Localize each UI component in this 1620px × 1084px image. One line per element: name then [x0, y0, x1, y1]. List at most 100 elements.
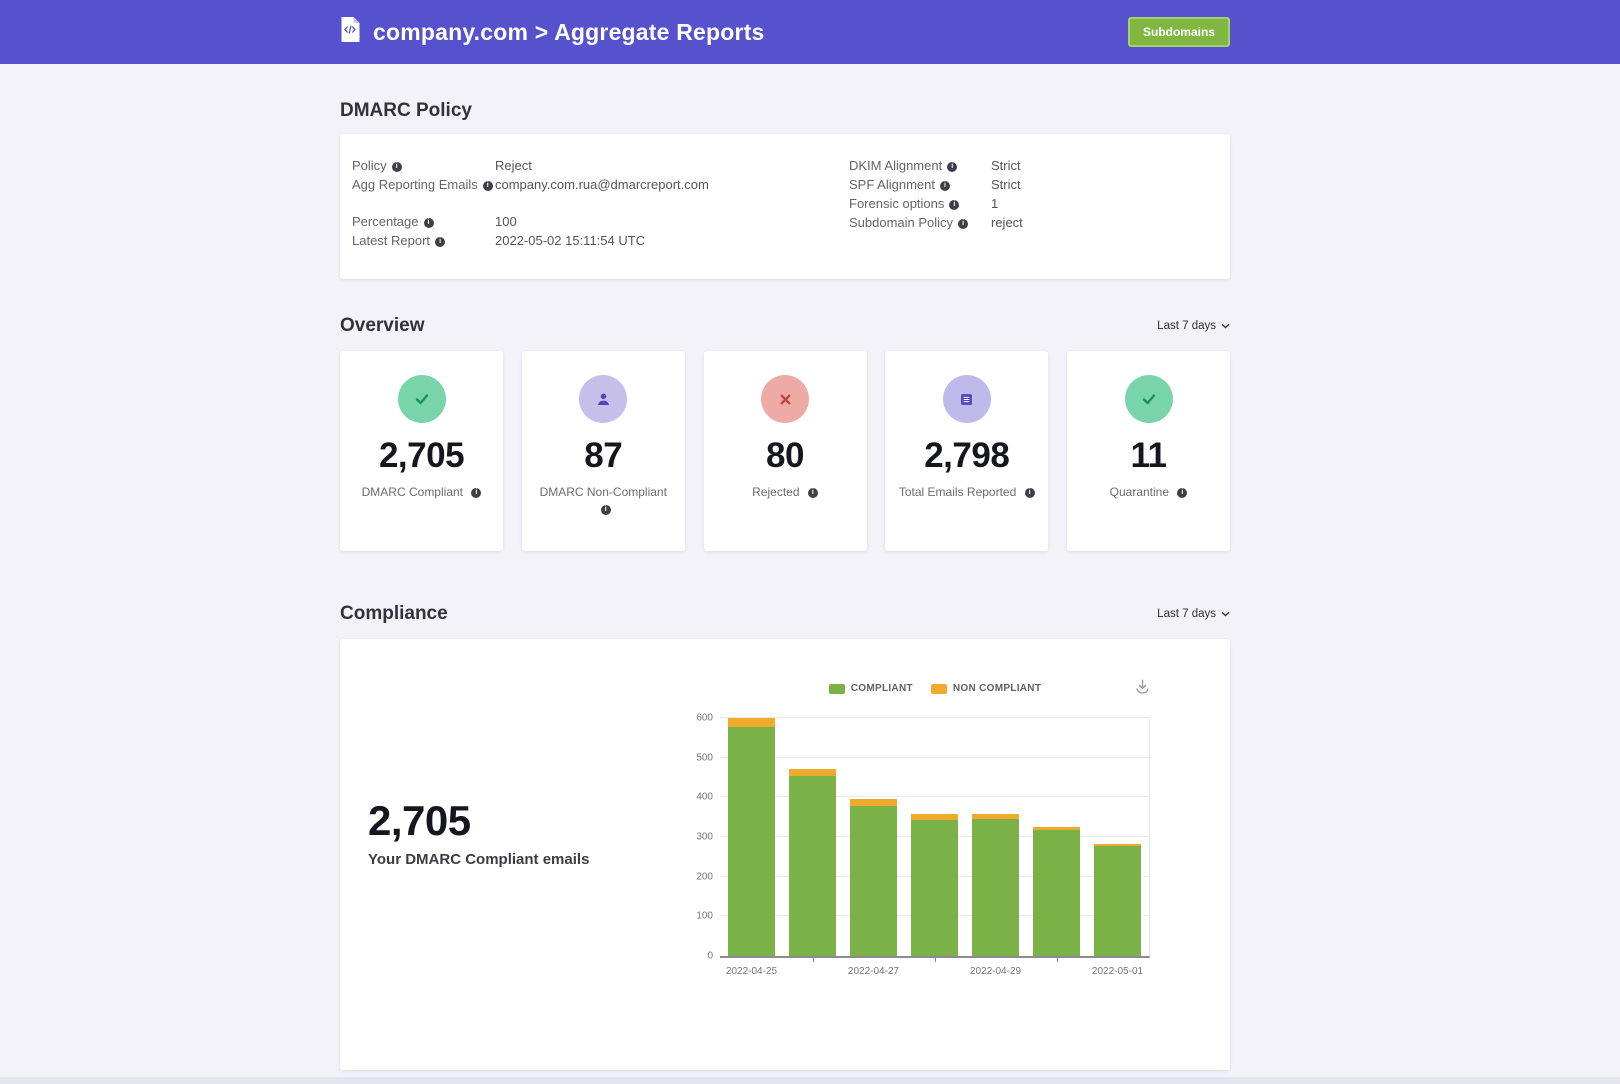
info-icon[interactable]: i	[808, 488, 818, 498]
y-axis-tick: 100	[696, 911, 713, 922]
info-icon[interactable]: i	[471, 488, 481, 498]
gridline	[720, 717, 1149, 718]
page-bottom-edge	[0, 1077, 1620, 1084]
policy-value: Strict	[991, 175, 1021, 194]
metric-label: Total Emails Reported i	[899, 484, 1035, 501]
overview-card: 2,798 Total Emails Reported i	[885, 351, 1048, 551]
policy-label: Forensic optionsi	[849, 194, 991, 213]
overview-section-title: Overview	[340, 315, 425, 337]
info-icon[interactable]: i	[940, 181, 950, 191]
policy-value: 1	[991, 194, 998, 213]
policy-value: reject	[991, 213, 1023, 232]
policy-left-column: PolicyiRejectAgg Reporting Emailsicompan…	[352, 156, 849, 257]
page-title: company.com > Aggregate Reports	[373, 19, 765, 46]
download-chart-icon[interactable]	[1133, 677, 1152, 701]
segment-compliant	[911, 820, 958, 956]
report-document-icon	[340, 16, 361, 48]
overview-card: 11Quarantine i	[1067, 351, 1230, 551]
gridline	[720, 757, 1149, 758]
compliance-date-range-select[interactable]: Last 7 days	[1157, 608, 1230, 620]
policy-right-column: DKIM AlignmentiStrictSPF AlignmentiStric…	[849, 156, 1218, 257]
info-icon[interactable]: i	[1025, 488, 1035, 498]
overview-date-range-select[interactable]: Last 7 days	[1157, 320, 1230, 332]
compliant-total-label: Your DMARC Compliant emails	[368, 851, 668, 868]
x-axis-label: 2022-04-25	[712, 966, 792, 977]
info-icon[interactable]: i	[947, 162, 957, 172]
compliance-section-head: Compliance Last 7 days	[340, 603, 1230, 625]
chevron-down-icon	[1221, 320, 1230, 332]
x-axis-label: 2022-04-29	[956, 966, 1036, 977]
info-icon[interactable]: i	[958, 219, 968, 229]
info-icon[interactable]: i	[435, 237, 445, 247]
x-icon	[761, 375, 809, 423]
overview-date-range-label: Last 7 days	[1157, 320, 1216, 332]
compliant-total-value: 2,705	[368, 797, 668, 845]
policy-label: SPF Alignmenti	[849, 175, 991, 194]
segment-compliant	[850, 806, 897, 956]
info-icon[interactable]: i	[1177, 488, 1187, 498]
compliance-summary: 2,705 Your DMARC Compliant emails	[368, 797, 668, 1070]
info-icon[interactable]: i	[392, 162, 402, 172]
policy-row: PolicyiReject	[352, 156, 849, 175]
legend-swatch	[829, 684, 845, 694]
bar-2022-05-01	[1094, 844, 1141, 956]
policy-row: Agg Reporting Emailsicompany.com.rua@dma…	[352, 175, 849, 194]
bar-2022-04-26	[789, 769, 836, 956]
metric-value: 2,705	[379, 436, 464, 476]
top-bar-content: company.com > Aggregate Reports Subdomai…	[340, 16, 1230, 48]
policy-label: Policyi	[352, 156, 495, 175]
bar-2022-04-28	[911, 814, 958, 956]
compliance-chart: COMPLIANT NON COMPLIANT 01002003004005006…	[700, 639, 1170, 1070]
breadcrumb: company.com > Aggregate Reports	[340, 16, 765, 48]
y-axis-tick: 500	[696, 752, 713, 763]
chevron-down-icon	[1221, 608, 1230, 620]
check-icon	[398, 375, 446, 423]
policy-row: Subdomain Policyireject	[849, 213, 1218, 232]
segment-compliant	[1094, 846, 1141, 956]
compliance-card: 2,705 Your DMARC Compliant emails COMPLI…	[340, 639, 1230, 1070]
compliance-section-title: Compliance	[340, 603, 448, 625]
x-axis-label: 2022-04-27	[834, 966, 914, 977]
y-axis-tick: 400	[696, 792, 713, 803]
policy-row: SPF AlignmentiStrict	[849, 175, 1218, 194]
legend-item: NON COMPLIANT	[931, 683, 1041, 694]
policy-label: Agg Reporting Emailsi	[352, 175, 495, 194]
chart-plot-area: 01002003004005006002022-04-252022-04-272…	[720, 720, 1150, 958]
bar-2022-04-27	[850, 799, 897, 956]
policy-label: DKIM Alignmenti	[849, 156, 991, 175]
policy-value: Strict	[991, 156, 1021, 175]
y-axis-tick: 0	[707, 951, 713, 962]
y-axis-tick: 200	[696, 871, 713, 882]
legend-item: COMPLIANT	[829, 683, 913, 694]
legend-label: NON COMPLIANT	[953, 683, 1041, 694]
info-icon[interactable]: i	[601, 505, 611, 515]
legend-label: COMPLIANT	[851, 683, 913, 694]
bar-2022-04-25	[728, 718, 775, 956]
metric-value: 80	[766, 436, 804, 476]
policy-section-title: DMARC Policy	[340, 100, 1230, 122]
info-icon[interactable]: i	[424, 218, 434, 228]
metric-value: 87	[584, 436, 622, 476]
subdomains-button[interactable]: Subdomains	[1128, 17, 1230, 47]
dmarc-policy-card: PolicyiRejectAgg Reporting Emailsicompan…	[340, 134, 1230, 279]
policy-row: Percentagei100	[352, 212, 849, 231]
policy-value: Reject	[495, 156, 532, 175]
info-icon[interactable]: i	[949, 200, 959, 210]
metric-label: Rejected i	[752, 484, 818, 501]
y-axis-tick: 300	[696, 832, 713, 843]
compliance-date-range-label: Last 7 days	[1157, 608, 1216, 620]
policy-label: Latest Reporti	[352, 231, 495, 250]
gridline	[720, 796, 1149, 797]
metric-value: 2,798	[924, 436, 1009, 476]
legend-swatch	[931, 684, 947, 694]
report-icon	[943, 375, 991, 423]
y-axis-tick: 600	[696, 713, 713, 724]
main-content: DMARC Policy PolicyiRejectAgg Reporting …	[340, 100, 1230, 1070]
bar-2022-04-30	[1033, 827, 1080, 956]
x-axis-tick	[935, 958, 936, 962]
overview-card: 80 Rejected i	[704, 351, 867, 551]
x-axis-tick	[813, 958, 814, 962]
check-icon	[1125, 375, 1173, 423]
info-icon[interactable]: i	[483, 181, 493, 191]
top-bar: company.com > Aggregate Reports Subdomai…	[0, 0, 1620, 64]
